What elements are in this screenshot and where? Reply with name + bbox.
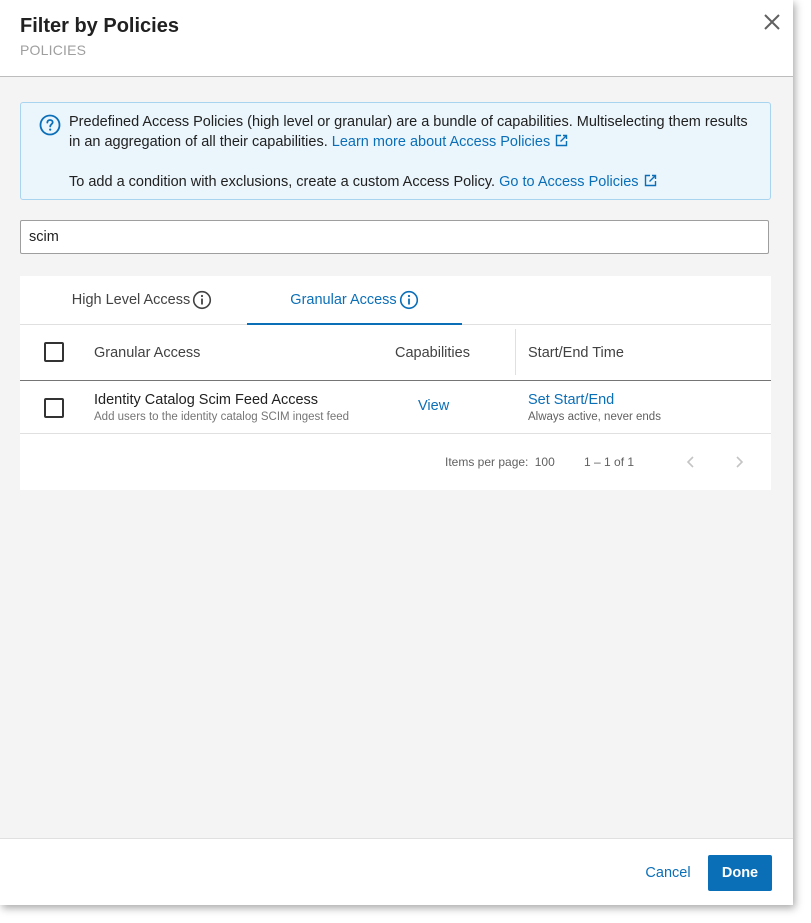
items-per-page: Items per page: 100 — [445, 455, 555, 469]
select-all-checkbox[interactable] — [44, 342, 64, 362]
column-header-start-end-time: Start/End Time — [528, 344, 624, 361]
row-checkbox[interactable] — [44, 398, 64, 418]
tab-label: High Level Access — [71, 292, 191, 308]
dialog-header: Filter by Policies POLICIES — [0, 0, 793, 77]
items-per-page-value[interactable]: 100 — [535, 455, 555, 469]
policy-name: Identity Catalog Scim Feed Access — [94, 392, 319, 408]
table-header: Granular Access Capabilities Start/End T… — [20, 325, 771, 381]
items-per-page-label: Items per page: — [445, 455, 529, 469]
cancel-button[interactable]: Cancel — [632, 855, 704, 891]
info-text-para2: To add a condition with exclusions, crea… — [69, 172, 759, 192]
set-start-end-link[interactable]: Set Start/End — [528, 392, 614, 408]
column-divider[interactable] — [515, 329, 516, 375]
policies-panel: High Level Access Granular Access Granul… — [20, 276, 771, 490]
info-banner: Predefined Access Policies (high level o… — [20, 102, 771, 200]
page-range: 1 – 1 of 1 — [584, 455, 635, 469]
info-text: Predefined Access Policies (high level o… — [69, 112, 759, 192]
external-link-icon — [556, 134, 568, 147]
search-input[interactable] — [20, 220, 769, 254]
info-text-line2: To add a condition with exclusions, crea… — [69, 174, 496, 190]
column-header-granular-access: Granular Access — [94, 344, 201, 361]
dialog-body: Predefined Access Policies (high level o… — [0, 77, 793, 838]
learn-more-link[interactable]: Learn more about Access Policies — [332, 134, 568, 150]
start-end-note: Always active, never ends — [528, 411, 661, 423]
column-header-capabilities: Capabilities — [395, 344, 470, 361]
tab-high-level-access[interactable]: High Level Access — [47, 276, 237, 324]
table-row: Identity Catalog Scim Feed Access Add us… — [20, 381, 771, 434]
chevron-right-icon[interactable] — [729, 452, 749, 472]
filter-dialog: Filter by Policies POLICIES Predefined A… — [0, 0, 793, 905]
info-icon[interactable] — [192, 290, 212, 310]
tab-bar: High Level Access Granular Access — [20, 276, 771, 325]
policy-description: Add users to the identity catalog SCIM i… — [94, 411, 350, 423]
dialog-title: Filter by Policies — [20, 15, 179, 37]
chevron-left-icon[interactable] — [681, 452, 701, 472]
tab-granular-access[interactable]: Granular Access — [247, 276, 462, 325]
done-button[interactable]: Done — [708, 855, 772, 891]
external-link-icon — [644, 174, 656, 187]
go-to-access-policies-link[interactable]: Go to Access Policies — [499, 174, 656, 190]
tab-label: Granular Access — [290, 292, 397, 308]
close-icon[interactable] — [760, 10, 784, 34]
dialog-subtitle: POLICIES — [20, 42, 87, 58]
dialog-footer: Cancel Done — [0, 838, 793, 905]
view-capabilities-link[interactable]: View — [418, 398, 449, 414]
help-circle-icon — [39, 114, 61, 136]
info-icon[interactable] — [399, 290, 419, 310]
paginator: Items per page: 100 1 – 1 of 1 — [20, 434, 771, 490]
